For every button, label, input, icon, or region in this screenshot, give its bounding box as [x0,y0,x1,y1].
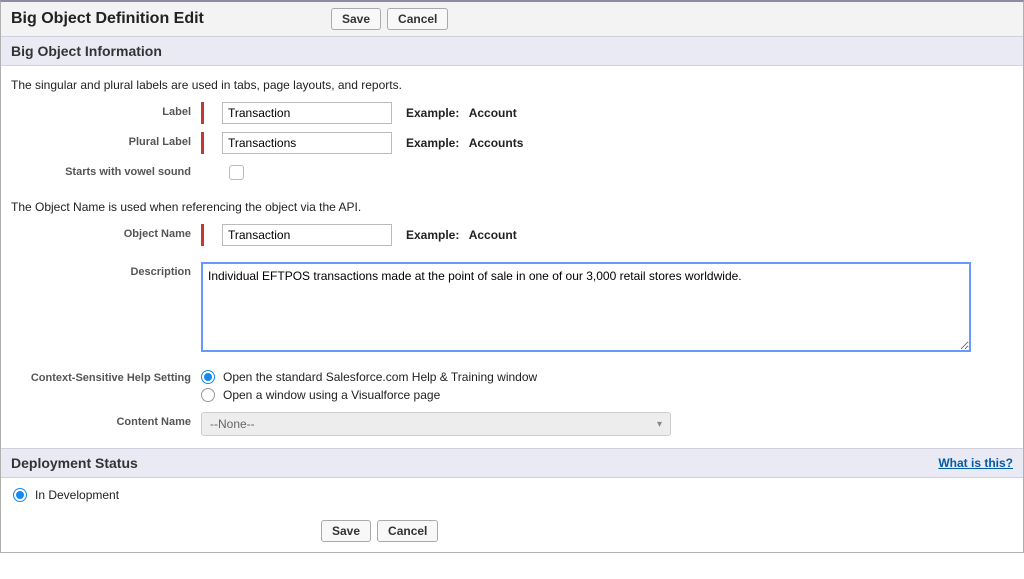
link-what-is-this[interactable]: What is this? [938,456,1013,470]
header-bar: Big Object Definition Edit Save Cancel [1,2,1023,36]
help-options: Open the standard Salesforce.com Help & … [201,368,537,404]
input-plural[interactable] [222,132,392,154]
section-title-deploy: Deployment Status [11,455,138,471]
input-label[interactable] [222,102,392,124]
page-container: Big Object Definition Edit Save Cancel B… [0,0,1024,553]
section-header-info: Big Object Information [1,36,1023,66]
row-vowel: Starts with vowel sound [11,162,1013,180]
lbl-help: Context-Sensitive Help Setting [11,368,201,384]
input-objectname[interactable] [222,224,392,246]
required-bar-icon [201,132,204,154]
cancel-button-bottom[interactable]: Cancel [377,520,438,542]
page-title: Big Object Definition Edit [11,10,331,28]
save-button-bottom[interactable]: Save [321,520,371,542]
row-description: Description [11,262,1013,352]
checkbox-vowel[interactable] [229,165,244,180]
required-bar-icon [201,224,204,246]
section-deploy-body: In Development [1,478,1023,520]
select-contentname[interactable]: --None-- ▾ [201,412,671,436]
example-static-3: Example: [406,228,459,242]
radio-icon [13,488,27,502]
radio-icon [201,388,215,402]
row-contentname: Content Name --None-- ▾ [11,412,1013,436]
radio-help-standard[interactable]: Open the standard Salesforce.com Help & … [201,370,537,384]
example-static-2: Example: [406,136,459,150]
section-header-deploy: Deployment Status What is this? [1,448,1023,478]
select-contentname-value: --None-- [210,417,255,431]
row-plural: Plural Label Example: Accounts [11,132,1013,154]
section-title-info: Big Object Information [11,43,162,59]
input-col-vowel [201,162,244,180]
chevron-updown-icon: ▾ [657,419,662,430]
radio-icon [201,370,215,384]
example-static-1: Example: [406,106,459,120]
radio-help-vf-label: Open a window using a Visualforce page [223,388,440,402]
input-col-contentname: --None-- ▾ [201,412,671,436]
lbl-plural: Plural Label [11,132,201,148]
lbl-label: Label [11,102,201,118]
required-bar-icon [201,102,204,124]
example-objectname-value: Account [469,228,517,242]
section-info-body: The singular and plural labels are used … [1,66,1023,448]
save-button-top[interactable]: Save [331,8,381,30]
example-label-value: Account [469,106,517,120]
lbl-contentname: Content Name [11,412,201,428]
lbl-vowel: Starts with vowel sound [11,162,201,178]
radio-help-standard-label: Open the standard Salesforce.com Help & … [223,370,537,384]
input-col-description [201,262,971,352]
radio-help-vf[interactable]: Open a window using a Visualforce page [201,388,537,402]
example-plural-value: Accounts [469,136,524,150]
textarea-description[interactable] [201,262,971,352]
cancel-button-top[interactable]: Cancel [387,8,448,30]
lbl-objectname: Object Name [11,224,201,240]
input-col-objectname: Example: Account [201,224,517,246]
row-help: Context-Sensitive Help Setting Open the … [11,368,1013,404]
row-objectname: Object Name Example: Account [11,224,1013,246]
row-label: Label Example: Account [11,102,1013,124]
lbl-description: Description [11,262,201,278]
radio-deploy-dev-label: In Development [35,488,119,502]
input-col-plural: Example: Accounts [201,132,523,154]
hint-labels: The singular and plural labels are used … [11,78,1013,92]
hint-objectname: The Object Name is used when referencing… [11,200,1013,214]
input-col-label: Example: Account [201,102,517,124]
radio-deploy-dev[interactable]: In Development [13,488,1011,502]
footer-button-row: Save Cancel [321,520,1023,552]
header-button-row: Save Cancel [331,8,448,30]
